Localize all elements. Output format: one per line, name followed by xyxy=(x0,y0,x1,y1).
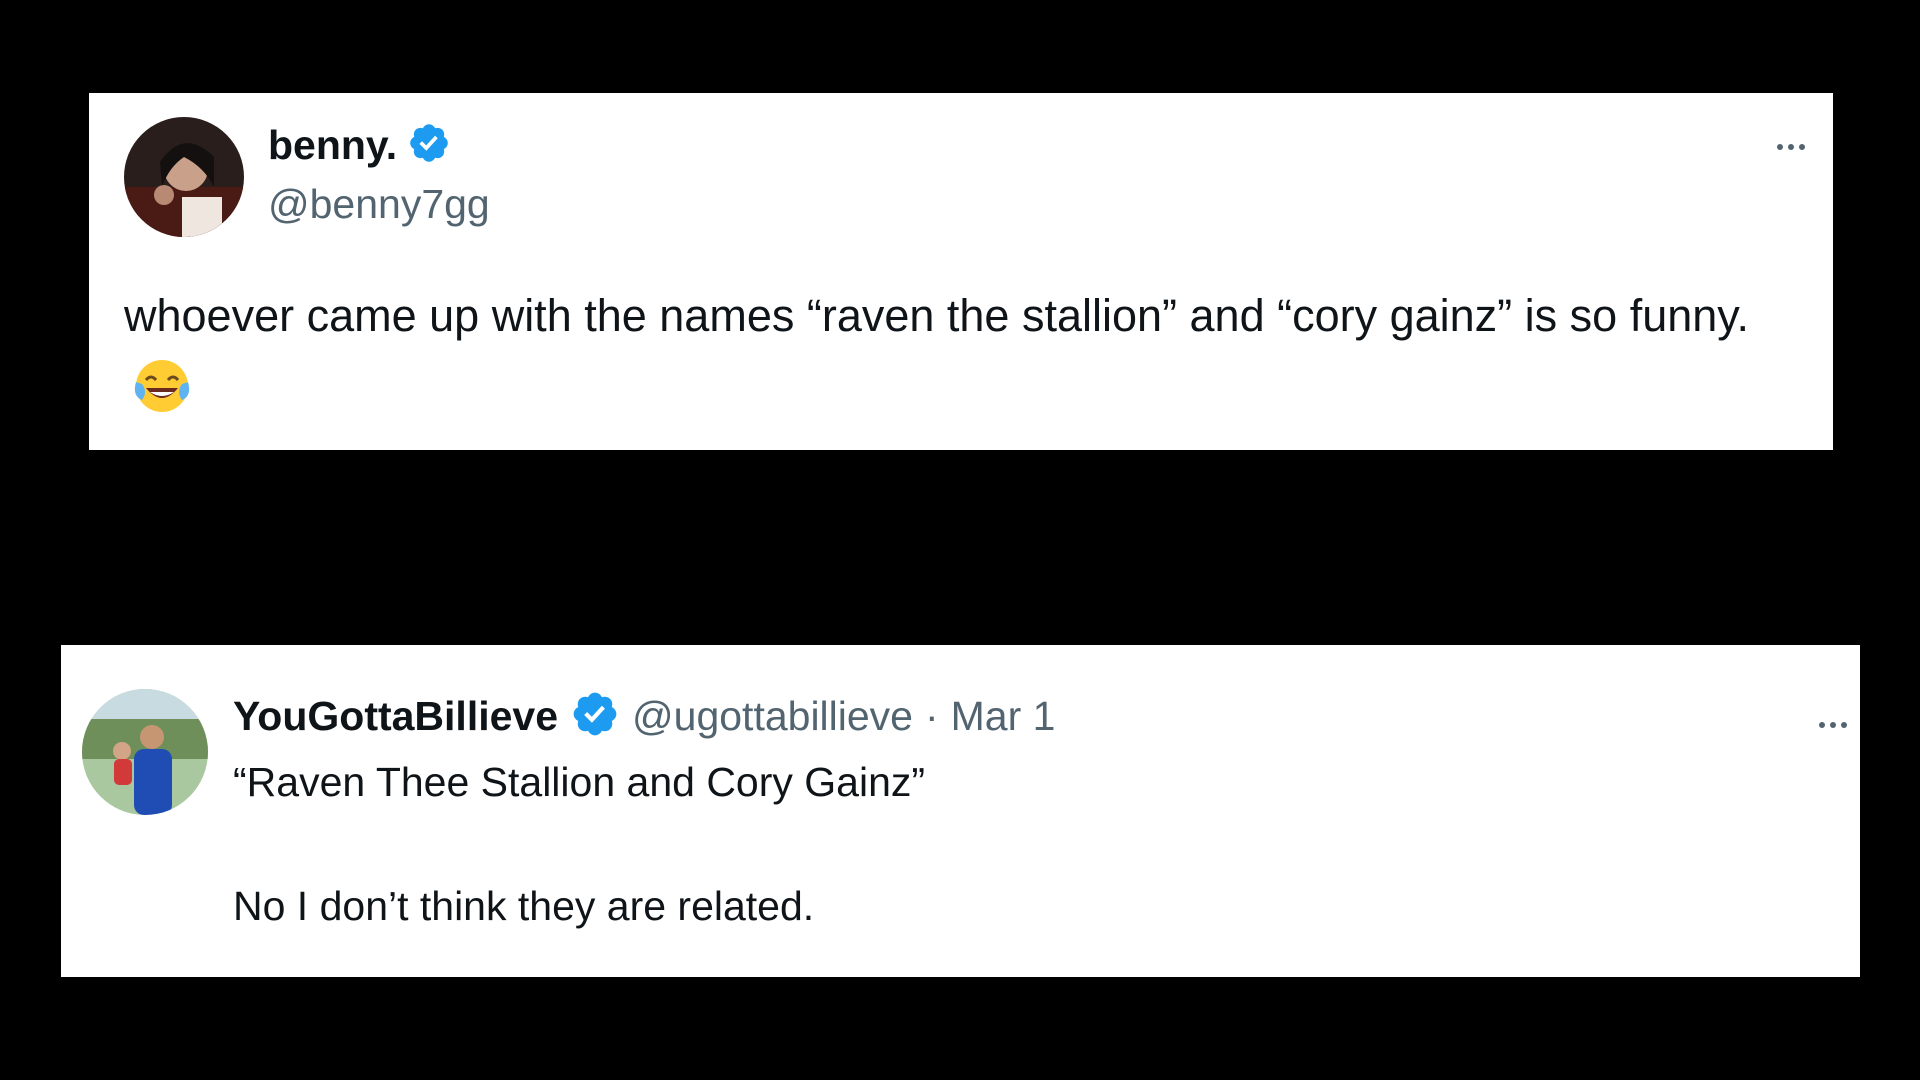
separator-dot: · xyxy=(925,693,939,739)
more-options-icon[interactable] xyxy=(1819,722,1847,728)
display-name[interactable]: benny. xyxy=(268,122,397,169)
tweet-card-benny[interactable]: benny. @benny7gg whoever came up with th… xyxy=(89,93,1833,450)
tweet-text-line-2: No I don’t think they are related. xyxy=(233,883,815,929)
user-handle[interactable]: @benny7gg xyxy=(268,181,490,228)
verified-badge-icon xyxy=(570,689,620,744)
tweet-text-line-1: “Raven Thee Stallion and Cory Gainz” xyxy=(233,759,926,805)
more-options-icon[interactable] xyxy=(1777,144,1805,150)
tweet-date[interactable]: Mar 1 xyxy=(951,693,1056,740)
display-name[interactable]: YouGottaBillieve xyxy=(233,693,558,740)
tweet-card-yougottabillieve[interactable]: YouGottaBillieve @ugottabillieve · Mar 1… xyxy=(61,645,1860,977)
tweet-text-line: whoever came up with the names “raven th… xyxy=(124,290,1749,341)
avatar-image xyxy=(124,117,244,237)
tweet-text: whoever came up with the names “raven th… xyxy=(124,279,1814,437)
avatar[interactable] xyxy=(124,117,244,237)
user-handle[interactable]: @ugottabillieve xyxy=(632,693,913,740)
face-with-tears-of-joy-icon xyxy=(132,356,192,437)
avatar-image xyxy=(82,689,208,815)
verified-badge-icon xyxy=(407,121,451,170)
avatar[interactable] xyxy=(82,689,208,815)
